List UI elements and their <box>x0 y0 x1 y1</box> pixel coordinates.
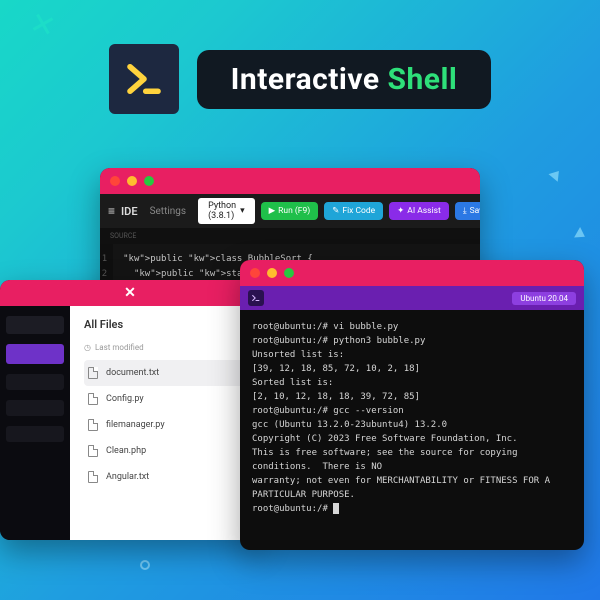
sidebar-item[interactable] <box>6 374 64 390</box>
os-badge: Ubuntu 20.04 <box>512 292 576 305</box>
window-maximize-dot[interactable] <box>284 268 294 278</box>
file-browser-window: ✕ All Files ◷ Last modified document.txt… <box>0 280 260 540</box>
terminal-window: Ubuntu 20.04 root@ubuntu:/# vi bubble.py… <box>240 260 584 550</box>
sidebar-item[interactable] <box>6 426 64 442</box>
fix-code-button[interactable]: ✎Fix Code <box>324 202 383 220</box>
file-name: Config.py <box>106 394 144 404</box>
file-browser-sidebar <box>0 306 70 540</box>
window-minimize-dot[interactable] <box>267 268 277 278</box>
language-select[interactable]: Python (3.8.1) ▾ <box>198 198 255 224</box>
file-row[interactable]: Clean.php <box>84 438 246 464</box>
sort-last-modified[interactable]: ◷ Last modified <box>84 343 246 352</box>
run-button[interactable]: ▶Run (F9) <box>261 202 319 220</box>
clock-icon: ◷ <box>84 343 91 352</box>
file-list-panel: All Files ◷ Last modified document.txt Co… <box>70 306 260 540</box>
terminal-icon[interactable] <box>248 290 264 306</box>
menu-icon[interactable]: ≡ <box>108 204 115 218</box>
file-icon <box>88 471 98 483</box>
ide-toolbar: ≡ IDE Settings Python (3.8.1) ▾ ▶Run (F9… <box>100 194 480 228</box>
search-input[interactable] <box>6 316 64 334</box>
hero-title: Interactive Shell <box>231 62 458 97</box>
terminal-output[interactable]: root@ubuntu:/# vi bubble.pyroot@ubuntu:/… <box>240 310 584 526</box>
file-row[interactable]: Angular.txt <box>84 464 246 490</box>
file-row[interactable]: Config.py <box>84 386 246 412</box>
ide-brand: IDE <box>121 205 138 218</box>
sidebar-item[interactable] <box>6 400 64 416</box>
file-row[interactable]: document.txt <box>84 360 246 386</box>
window-minimize-dot[interactable] <box>127 176 137 186</box>
tab-settings[interactable]: Settings <box>150 206 187 217</box>
window-close-dot[interactable] <box>110 176 120 186</box>
language-label: Python (3.8.1) <box>208 201 236 221</box>
file-icon <box>88 367 98 379</box>
hero-title-word2: Shell <box>388 62 458 97</box>
hero-title-pill: Interactive Shell <box>197 50 492 109</box>
file-list-heading: All Files <box>84 318 246 331</box>
save-button[interactable]: ⤓Save <box>455 202 480 220</box>
hero-title-row: Interactive Shell <box>0 44 600 114</box>
ide-titlebar[interactable] <box>100 168 480 194</box>
file-icon <box>88 419 98 431</box>
decoration-circle <box>140 560 150 570</box>
decoration-x: ✕ <box>26 5 59 45</box>
file-icon <box>88 445 98 457</box>
decoration-triangle <box>549 167 564 182</box>
source-label: SOURCE <box>100 228 480 244</box>
file-name: Angular.txt <box>106 472 149 482</box>
window-close-dot[interactable] <box>250 268 260 278</box>
file-name: filemanager.py <box>106 420 165 430</box>
chevron-down-icon: ▾ <box>240 206 245 216</box>
sidebar-primary-action[interactable] <box>6 344 64 364</box>
file-name: Clean.php <box>106 446 146 456</box>
window-maximize-dot[interactable] <box>144 176 154 186</box>
file-name: document.txt <box>106 368 159 378</box>
cursor <box>333 503 339 514</box>
file-icon <box>88 393 98 405</box>
file-browser-titlebar[interactable]: ✕ <box>0 280 260 306</box>
hero-title-word1: Interactive <box>231 62 380 97</box>
close-icon[interactable]: ✕ <box>124 285 136 301</box>
decoration-triangle <box>574 227 588 242</box>
terminal-tabstrip: Ubuntu 20.04 <box>240 286 584 310</box>
ai-assist-button[interactable]: ✦AI Assist <box>389 202 449 220</box>
terminal-titlebar[interactable] <box>240 260 584 286</box>
file-row[interactable]: filemanager.py <box>84 412 246 438</box>
shell-logo <box>109 44 179 114</box>
